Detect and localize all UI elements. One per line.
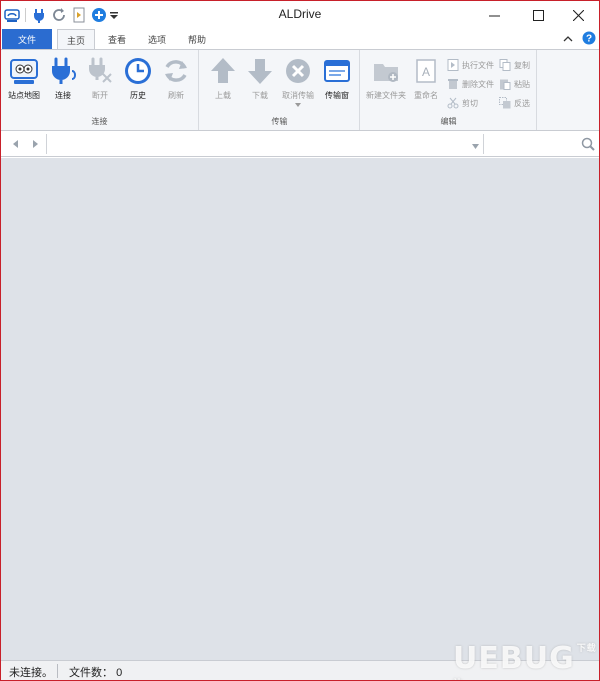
file-count-label: 文件数：: [69, 667, 113, 679]
connection-status: 未连接。: [9, 667, 53, 679]
new-folder-button[interactable]: 新建文件夹: [365, 56, 407, 110]
copy-button[interactable]: 复制: [499, 57, 530, 73]
title-bar: ALDrive: [1, 1, 599, 29]
paste-button[interactable]: 粘贴: [499, 76, 530, 92]
maximize-icon: [532, 9, 544, 21]
ribbon: 站点地图 连接 断开 历史 刷新 连接 上载 下载 取消传输 传输窗 传输 新建…: [1, 49, 599, 131]
app-window: ALDrive 文件 主页 查看 选项 帮助 ? 站点地图 连接 断开 历史 刷…: [0, 0, 600, 681]
new-folder-icon: [371, 56, 401, 86]
rename-icon: A: [411, 56, 441, 86]
connect-label: 连接: [55, 91, 71, 100]
cut-button[interactable]: 剪切: [447, 95, 478, 111]
cancel-dropdown-icon: [295, 103, 301, 107]
group-edit: 新建文件夹 A 重命名 执行文件 删除文件 剪切 复制 粘贴 反选 编辑: [361, 50, 537, 130]
copy-icon: [499, 59, 511, 71]
delete-icon: [448, 79, 458, 89]
group-edit-label: 编辑: [440, 117, 457, 126]
new-folder-label: 新建文件夹: [366, 91, 406, 100]
back-icon[interactable]: [10, 138, 22, 150]
paste-icon: [500, 79, 511, 90]
invert-selection-label: 反选: [514, 98, 530, 108]
transfer-window-button[interactable]: 传输窗: [318, 56, 356, 110]
path-input[interactable]: [46, 134, 484, 154]
refresh-label: 刷新: [168, 91, 184, 100]
close-button[interactable]: [556, 1, 599, 29]
svg-text:A: A: [422, 65, 430, 79]
paste-label: 粘贴: [514, 79, 530, 89]
collapse-ribbon-icon[interactable]: [563, 34, 573, 46]
svg-text:?: ?: [586, 34, 592, 45]
tab-options[interactable]: 选项: [139, 29, 175, 50]
execute-file-label: 执行文件: [462, 60, 494, 70]
site-map-label: 站点地图: [8, 91, 40, 100]
cut-label: 剪切: [462, 98, 478, 108]
clock-icon: [123, 56, 153, 86]
minimize-icon: [488, 15, 500, 16]
delete-file-label: 删除文件: [462, 79, 494, 89]
tab-file[interactable]: 文件: [2, 29, 52, 50]
tab-view[interactable]: 查看: [99, 29, 135, 50]
file-count-value: 0: [116, 667, 123, 679]
delete-file-button[interactable]: 删除文件: [447, 76, 494, 92]
execute-file-button[interactable]: 执行文件: [447, 57, 494, 73]
search-icon[interactable]: [581, 137, 595, 153]
ribbon-tabs: 文件 主页 查看 选项 帮助 ?: [1, 29, 599, 51]
rename-button[interactable]: A 重命名: [407, 56, 445, 110]
transfer-window-label: 传输窗: [325, 91, 349, 100]
download-label: 下载: [252, 91, 268, 100]
site-map-button[interactable]: 站点地图: [5, 56, 43, 110]
download-button[interactable]: 下载: [241, 56, 279, 110]
execute-icon: [447, 59, 459, 71]
watermark-logo: UEBUG下载站: [453, 641, 599, 680]
status-divider: [57, 664, 58, 678]
tab-help[interactable]: 帮助: [179, 29, 215, 50]
site-map-icon: [9, 56, 39, 86]
maximize-button[interactable]: [516, 1, 560, 29]
disconnect-button[interactable]: 断开: [81, 56, 119, 110]
connect-button[interactable]: 连接: [44, 56, 82, 110]
invert-selection-icon: [499, 97, 511, 109]
refresh-button[interactable]: 刷新: [157, 56, 195, 110]
refresh-big-icon: [161, 56, 191, 86]
rename-label: 重命名: [414, 91, 438, 100]
watermark-text: UEBUG: [453, 641, 575, 676]
group-transfer: 上载 下载 取消传输 传输窗 传输: [200, 50, 360, 130]
unplug-icon: [85, 56, 115, 86]
history-button[interactable]: 历史: [119, 56, 157, 110]
group-connection: 站点地图 连接 断开 历史 刷新 连接: [1, 50, 199, 130]
group-transfer-label: 传输: [271, 117, 288, 126]
upload-arrow-icon: [208, 56, 238, 86]
forward-icon[interactable]: [29, 138, 41, 150]
address-bar: [1, 132, 599, 157]
history-label: 历史: [130, 91, 146, 100]
cancel-transfer-button[interactable]: 取消传输: [279, 56, 317, 110]
download-arrow-icon: [245, 56, 275, 86]
cancel-icon: [283, 56, 313, 86]
plug-icon: [48, 56, 78, 86]
copy-label: 复制: [514, 60, 530, 70]
disconnect-label: 断开: [92, 91, 108, 100]
group-connection-label: 连接: [91, 117, 108, 126]
help-icon[interactable]: ?: [582, 31, 596, 47]
file-count: 文件数： 0: [69, 664, 122, 680]
minimize-button[interactable]: [472, 1, 516, 29]
invert-selection-button[interactable]: 反选: [499, 95, 530, 111]
scissors-icon: [447, 97, 459, 109]
upload-button[interactable]: 上载: [204, 56, 242, 110]
transfer-window-icon: [322, 56, 352, 86]
tab-home[interactable]: 主页: [57, 29, 95, 51]
upload-label: 上载: [215, 91, 231, 100]
file-list-area[interactable]: [1, 158, 599, 660]
close-icon: [572, 9, 584, 21]
cancel-transfer-label: 取消传输: [282, 91, 314, 100]
